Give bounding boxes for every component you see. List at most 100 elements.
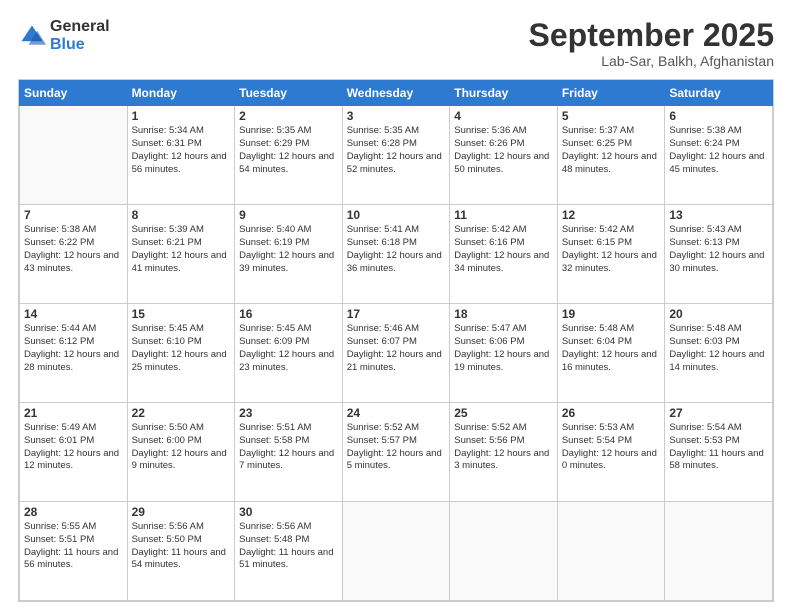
day-number: 2 [239, 109, 338, 123]
day-number: 30 [239, 505, 338, 519]
calendar-cell: 13 Sunrise: 5:43 AMSunset: 6:13 PMDayligh… [665, 205, 773, 304]
calendar-cell: 8 Sunrise: 5:39 AMSunset: 6:21 PMDaylight… [127, 205, 235, 304]
calendar-cell: 14 Sunrise: 5:44 AMSunset: 6:12 PMDayligh… [20, 304, 128, 403]
day-number: 12 [562, 208, 661, 222]
day-info: Sunrise: 5:56 AMSunset: 5:48 PMDaylight:… [239, 521, 338, 572]
day-info: Sunrise: 5:40 AMSunset: 6:19 PMDaylight:… [239, 224, 338, 275]
calendar-cell [665, 502, 773, 601]
day-number: 17 [347, 307, 446, 321]
calendar-cell: 12 Sunrise: 5:42 AMSunset: 6:15 PMDayligh… [557, 205, 665, 304]
logo: General Blue [18, 18, 110, 53]
weekday-header-monday: Monday [127, 81, 235, 106]
calendar-cell: 27Sunrise: 5:54 AMSunset: 5:53 PMDayligh… [665, 403, 773, 502]
day-number: 13 [669, 208, 768, 222]
weekday-header-friday: Friday [557, 81, 665, 106]
calendar-cell: 11 Sunrise: 5:42 AMSunset: 6:16 PMDayligh… [450, 205, 558, 304]
day-info: Sunrise: 5:50 AMSunset: 6:00 PMDaylight:… [132, 422, 231, 473]
day-info: Sunrise: 5:52 AMSunset: 5:57 PMDaylight:… [347, 422, 446, 473]
day-info: Sunrise: 5:35 AMSunset: 6:29 PMDaylight:… [239, 125, 338, 176]
day-info: Sunrise: 5:42 AMSunset: 6:15 PMDaylight:… [562, 224, 661, 275]
calendar-cell: 19Sunrise: 5:48 AMSunset: 6:04 PMDayligh… [557, 304, 665, 403]
title-block: September 2025 Lab-Sar, Balkh, Afghanist… [529, 18, 774, 69]
day-number: 24 [347, 406, 446, 420]
day-number: 1 [132, 109, 231, 123]
weekday-header-saturday: Saturday [665, 81, 773, 106]
day-info: Sunrise: 5:49 AMSunset: 6:01 PMDaylight:… [24, 422, 123, 473]
day-number: 9 [239, 208, 338, 222]
weekday-header-sunday: Sunday [20, 81, 128, 106]
week-row-4: 28 Sunrise: 5:55 AMSunset: 5:51 PMDayligh… [20, 502, 773, 601]
calendar-cell: 22 Sunrise: 5:50 AMSunset: 6:00 PMDayligh… [127, 403, 235, 502]
day-number: 22 [132, 406, 231, 420]
day-info: Sunrise: 5:42 AMSunset: 6:16 PMDaylight:… [454, 224, 553, 275]
day-info: Sunrise: 5:45 AMSunset: 6:10 PMDaylight:… [132, 323, 231, 374]
day-number: 5 [562, 109, 661, 123]
calendar-cell: 23Sunrise: 5:51 AMSunset: 5:58 PMDayligh… [235, 403, 343, 502]
day-number: 27 [669, 406, 768, 420]
calendar-cell: 20Sunrise: 5:48 AMSunset: 6:03 PMDayligh… [665, 304, 773, 403]
day-number: 16 [239, 307, 338, 321]
day-number: 7 [24, 208, 123, 222]
day-info: Sunrise: 5:35 AMSunset: 6:28 PMDaylight:… [347, 125, 446, 176]
day-info: Sunrise: 5:44 AMSunset: 6:12 PMDaylight:… [24, 323, 123, 374]
day-info: Sunrise: 5:48 AMSunset: 6:03 PMDaylight:… [669, 323, 768, 374]
day-number: 3 [347, 109, 446, 123]
day-number: 11 [454, 208, 553, 222]
day-number: 8 [132, 208, 231, 222]
day-number: 28 [24, 505, 123, 519]
calendar-cell: 24 Sunrise: 5:52 AMSunset: 5:57 PMDayligh… [342, 403, 450, 502]
day-info: Sunrise: 5:52 AMSunset: 5:56 PMDaylight:… [454, 422, 553, 473]
calendar-cell: 10Sunrise: 5:41 AMSunset: 6:18 PMDayligh… [342, 205, 450, 304]
week-row-1: 7Sunrise: 5:38 AMSunset: 6:22 PMDaylight… [20, 205, 773, 304]
day-number: 18 [454, 307, 553, 321]
calendar-header: SundayMondayTuesdayWednesdayThursdayFrid… [20, 81, 773, 106]
logo-icon [18, 22, 46, 50]
calendar-body: 1 Sunrise: 5:34 AMSunset: 6:31 PMDaylight… [20, 106, 773, 601]
day-number: 14 [24, 307, 123, 321]
weekday-header-tuesday: Tuesday [235, 81, 343, 106]
day-info: Sunrise: 5:47 AMSunset: 6:06 PMDaylight:… [454, 323, 553, 374]
day-number: 6 [669, 109, 768, 123]
day-info: Sunrise: 5:43 AMSunset: 6:13 PMDaylight:… [669, 224, 768, 275]
calendar-table: SundayMondayTuesdayWednesdayThursdayFrid… [19, 80, 773, 601]
day-info: Sunrise: 5:55 AMSunset: 5:51 PMDaylight:… [24, 521, 123, 572]
weekday-header-thursday: Thursday [450, 81, 558, 106]
day-info: Sunrise: 5:37 AMSunset: 6:25 PMDaylight:… [562, 125, 661, 176]
day-info: Sunrise: 5:51 AMSunset: 5:58 PMDaylight:… [239, 422, 338, 473]
calendar-cell: 5 Sunrise: 5:37 AMSunset: 6:25 PMDaylight… [557, 106, 665, 205]
week-row-3: 21 Sunrise: 5:49 AMSunset: 6:01 PMDayligh… [20, 403, 773, 502]
day-number: 29 [132, 505, 231, 519]
day-number: 4 [454, 109, 553, 123]
weekday-header-wednesday: Wednesday [342, 81, 450, 106]
calendar-cell [342, 502, 450, 601]
day-info: Sunrise: 5:45 AMSunset: 6:09 PMDaylight:… [239, 323, 338, 374]
day-info: Sunrise: 5:36 AMSunset: 6:26 PMDaylight:… [454, 125, 553, 176]
day-number: 21 [24, 406, 123, 420]
calendar-cell: 21 Sunrise: 5:49 AMSunset: 6:01 PMDayligh… [20, 403, 128, 502]
day-number: 19 [562, 307, 661, 321]
day-info: Sunrise: 5:41 AMSunset: 6:18 PMDaylight:… [347, 224, 446, 275]
location: Lab-Sar, Balkh, Afghanistan [529, 53, 774, 69]
day-info: Sunrise: 5:39 AMSunset: 6:21 PMDaylight:… [132, 224, 231, 275]
calendar-cell: 25Sunrise: 5:52 AMSunset: 5:56 PMDayligh… [450, 403, 558, 502]
calendar-cell: 7Sunrise: 5:38 AMSunset: 6:22 PMDaylight… [20, 205, 128, 304]
calendar-cell: 6Sunrise: 5:38 AMSunset: 6:24 PMDaylight… [665, 106, 773, 205]
logo-general: General [50, 18, 110, 36]
calendar-cell: 30 Sunrise: 5:56 AMSunset: 5:48 PMDayligh… [235, 502, 343, 601]
day-info: Sunrise: 5:53 AMSunset: 5:54 PMDaylight:… [562, 422, 661, 473]
calendar-cell: 17Sunrise: 5:46 AMSunset: 6:07 PMDayligh… [342, 304, 450, 403]
calendar-cell: 29 Sunrise: 5:56 AMSunset: 5:50 PMDayligh… [127, 502, 235, 601]
week-row-2: 14 Sunrise: 5:44 AMSunset: 6:12 PMDayligh… [20, 304, 773, 403]
day-number: 26 [562, 406, 661, 420]
calendar-cell: 1 Sunrise: 5:34 AMSunset: 6:31 PMDaylight… [127, 106, 235, 205]
week-row-0: 1 Sunrise: 5:34 AMSunset: 6:31 PMDaylight… [20, 106, 773, 205]
calendar-cell: 15 Sunrise: 5:45 AMSunset: 6:10 PMDayligh… [127, 304, 235, 403]
calendar-cell: 28 Sunrise: 5:55 AMSunset: 5:51 PMDayligh… [20, 502, 128, 601]
day-info: Sunrise: 5:56 AMSunset: 5:50 PMDaylight:… [132, 521, 231, 572]
logo-text: General Blue [50, 18, 110, 53]
calendar-cell [20, 106, 128, 205]
calendar-cell: 26 Sunrise: 5:53 AMSunset: 5:54 PMDayligh… [557, 403, 665, 502]
calendar-cell: 9 Sunrise: 5:40 AMSunset: 6:19 PMDaylight… [235, 205, 343, 304]
day-number: 15 [132, 307, 231, 321]
day-info: Sunrise: 5:34 AMSunset: 6:31 PMDaylight:… [132, 125, 231, 176]
